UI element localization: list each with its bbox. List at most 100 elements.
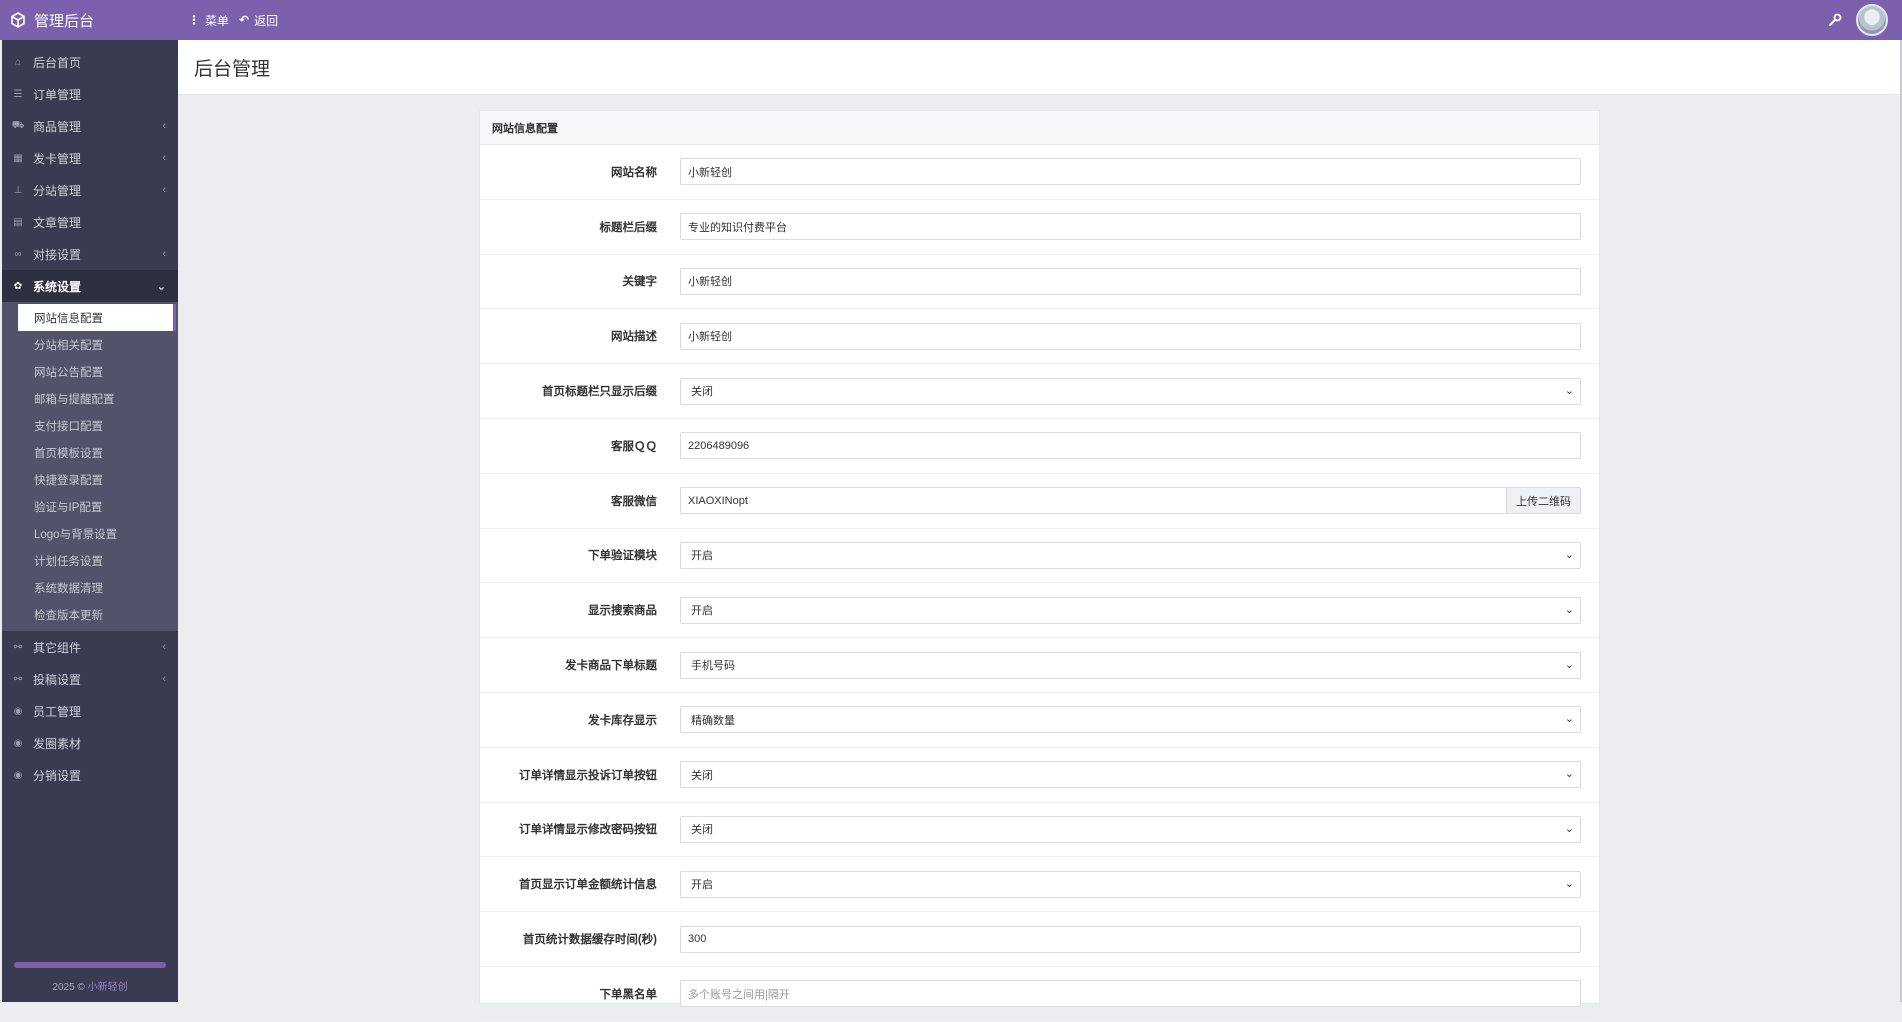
chevron-left-icon: ‹ [162, 184, 166, 196]
sidebar-item-staff[interactable]: ◉ 员工管理 [2, 695, 178, 727]
title-suffix-input[interactable]: 专业的知识付费平台 [680, 213, 1581, 241]
field-value: 300 [688, 933, 707, 946]
sidebar-item-system[interactable]: ✿ 系统设置 ⌄ [2, 270, 178, 302]
form-row: 网站名称 小新轻创 [480, 145, 1599, 200]
sidebar-item-components[interactable]: ⚯ 其它组件 ‹ [2, 631, 178, 663]
form-row: 发卡库存显示 精确数量 ⌄ [480, 693, 1599, 748]
change-password-button-select[interactable]: 关闭 ⌄ [680, 815, 1581, 843]
form-row: 客服微信 XIAOXINopt 上传二维码 [480, 474, 1599, 529]
field-label: 网站名称 [611, 166, 657, 179]
sidebar-footer-bar [14, 962, 166, 968]
sidebar-item-materials[interactable]: ◉ 发圈素材 [2, 727, 178, 759]
submenu-item[interactable]: 支付接口配置 [2, 412, 178, 439]
sidebar-footer: 2025 © 小新轻创 [2, 954, 178, 1002]
order-stats-select[interactable]: 开启 ⌄ [680, 870, 1581, 898]
field-label: 下单验证模块 [588, 550, 657, 563]
submenu-item[interactable]: 分站相关配置 [2, 331, 178, 358]
back-button[interactable]: ↶ 返回 [239, 12, 278, 29]
field-label: 下单黑名单 [599, 988, 658, 1001]
sidebar-item-label: 员工管理 [33, 704, 82, 719]
complaint-button-select[interactable]: 关闭 ⌄ [680, 761, 1581, 789]
chevron-down-icon: ⌄ [1564, 877, 1574, 890]
service-qq-input[interactable]: 2206489096 [680, 432, 1581, 460]
field-value: 2206489096 [688, 439, 750, 452]
sidebar-item-orders[interactable]: ☰ 订单管理 [2, 78, 178, 110]
keywords-input[interactable]: 小新轻创 [680, 267, 1581, 295]
sidebar-item-articles[interactable]: ▤ 文章管理 [2, 206, 178, 238]
card-order-title-select[interactable]: 手机号码 ⌄ [680, 651, 1581, 679]
page-title: 后台管理 [194, 59, 271, 80]
user-icon: ◉ [13, 705, 23, 717]
sidebar-item-cards[interactable]: ▦ 发卡管理 ‹ [2, 142, 178, 174]
sidebar-item-products[interactable]: ⛟ 商品管理 ‹ [2, 110, 178, 142]
menu-button[interactable]: ⋮ 菜单 [188, 12, 229, 29]
sidebar-item-label: 投稿设置 [33, 672, 82, 687]
show-search-select[interactable]: 开启 ⌄ [680, 596, 1581, 624]
submenu-item[interactable]: 邮箱与提醒配置 [2, 385, 178, 412]
sidebar-item-docking[interactable]: ∞ 对接设置 ‹ [2, 238, 178, 270]
field-label: 网站描述 [611, 331, 657, 344]
copyright-link[interactable]: 小新轻创 [88, 982, 128, 993]
reply-icon: ↶ [239, 13, 250, 27]
form-row: 发卡商品下单标题 手机号码 ⌄ [480, 638, 1599, 693]
submenu-item[interactable]: 首页模板设置 [2, 439, 178, 466]
menu-icon: ⋮ [188, 13, 200, 27]
avatar[interactable] [1856, 4, 1888, 36]
submenu-item[interactable]: 验证与IP配置 [2, 493, 178, 520]
form-row: 订单详情显示投诉订单按钮 关闭 ⌄ [480, 748, 1599, 803]
sidebar-item-distribution[interactable]: ◉ 分销设置 [2, 759, 178, 791]
copyright: 2025 © 小新轻创 [2, 978, 178, 993]
brand[interactable]: 管理后台 [0, 0, 178, 40]
panel-title: 网站信息配置 [480, 111, 1599, 145]
submenu-item[interactable]: Logo与背景设置 [2, 520, 178, 547]
user-icon: ◉ [13, 769, 23, 781]
order-blacklist-input[interactable]: 多个账号之间用|隔开 [680, 980, 1581, 1008]
service-wechat-input[interactable]: XIAOXINopt [680, 487, 1506, 515]
chevron-down-icon: ⌄ [1564, 603, 1574, 616]
sidebar-item-label: 分销设置 [33, 768, 82, 783]
field-label: 显示搜索商品 [588, 605, 657, 618]
cube-icon [11, 12, 25, 28]
sidebar-item-label: 文章管理 [33, 215, 82, 230]
description-input[interactable]: 小新轻创 [680, 322, 1581, 350]
share-icon: ⚯ [13, 641, 23, 653]
upload-qrcode-button[interactable]: 上传二维码 [1506, 487, 1581, 515]
field-label: 关键字 [622, 276, 658, 289]
form-row: 客服ＱＱ 2206489096 [480, 419, 1599, 474]
order-verify-select[interactable]: 开启 ⌄ [680, 541, 1581, 569]
card-stock-display-select[interactable]: 精确数量 ⌄ [680, 706, 1581, 734]
stats-cache-input[interactable]: 300 [680, 925, 1581, 953]
form-row: 首页标题栏只显示后缀 关闭 ⌄ [480, 364, 1599, 419]
field-label: 首页统计数据缓存时间(秒) [522, 934, 657, 947]
wrench-icon[interactable] [1828, 13, 1842, 27]
submenu-item[interactable]: 网站信息配置 [18, 304, 176, 331]
service-wechat-group: XIAOXINopt 上传二维码 [680, 487, 1581, 515]
book-icon: ▤ [13, 216, 23, 228]
submenu-item[interactable]: 检查版本更新 [2, 601, 178, 628]
title-suffix-only-select[interactable]: 关闭 ⌄ [680, 377, 1581, 405]
page-header: 后台管理 [178, 40, 1900, 95]
field-value: 小新轻创 [688, 276, 732, 289]
chevron-left-icon: ‹ [162, 120, 166, 132]
chevron-down-icon: ⌄ [1564, 548, 1574, 561]
field-label: 发卡商品下单标题 [565, 660, 657, 673]
field-label: 客服微信 [611, 495, 657, 508]
sidebar-item-home[interactable]: ⌂ 后台首页 [2, 46, 178, 78]
submenu-item[interactable]: 网站公告配置 [2, 358, 178, 385]
site-name-input[interactable]: 小新轻创 [680, 158, 1581, 186]
chevron-down-icon: ⌄ [1564, 658, 1574, 671]
cart-icon: ⛟ [11, 119, 25, 131]
submenu-item[interactable]: 计划任务设置 [2, 547, 178, 574]
submenu-item[interactable]: 系统数据清理 [2, 574, 178, 601]
sidebar-item-label: 发卡管理 [33, 151, 82, 166]
chevron-left-icon: ‹ [162, 152, 166, 164]
sidebar-item-substations[interactable]: ⊥ 分站管理 ‹ [2, 174, 178, 206]
form-row: 首页显示订单金额统计信息 开启 ⌄ [480, 857, 1599, 913]
settings-panel: 网站信息配置 网站名称 小新轻创 标题栏后缀 专业的知识付费平台 关键字 小新轻… [479, 110, 1600, 1022]
form-row: 网站描述 小新轻创 [480, 309, 1599, 365]
brand-title: 管理后台 [34, 12, 95, 30]
sidebar-item-label: 系统设置 [33, 279, 82, 294]
sidebar-item-submissions[interactable]: ⚯ 投稿设置 ‹ [2, 663, 178, 695]
form-row: 标题栏后缀 专业的知识付费平台 [480, 200, 1599, 255]
submenu-item[interactable]: 快捷登录配置 [2, 466, 178, 493]
